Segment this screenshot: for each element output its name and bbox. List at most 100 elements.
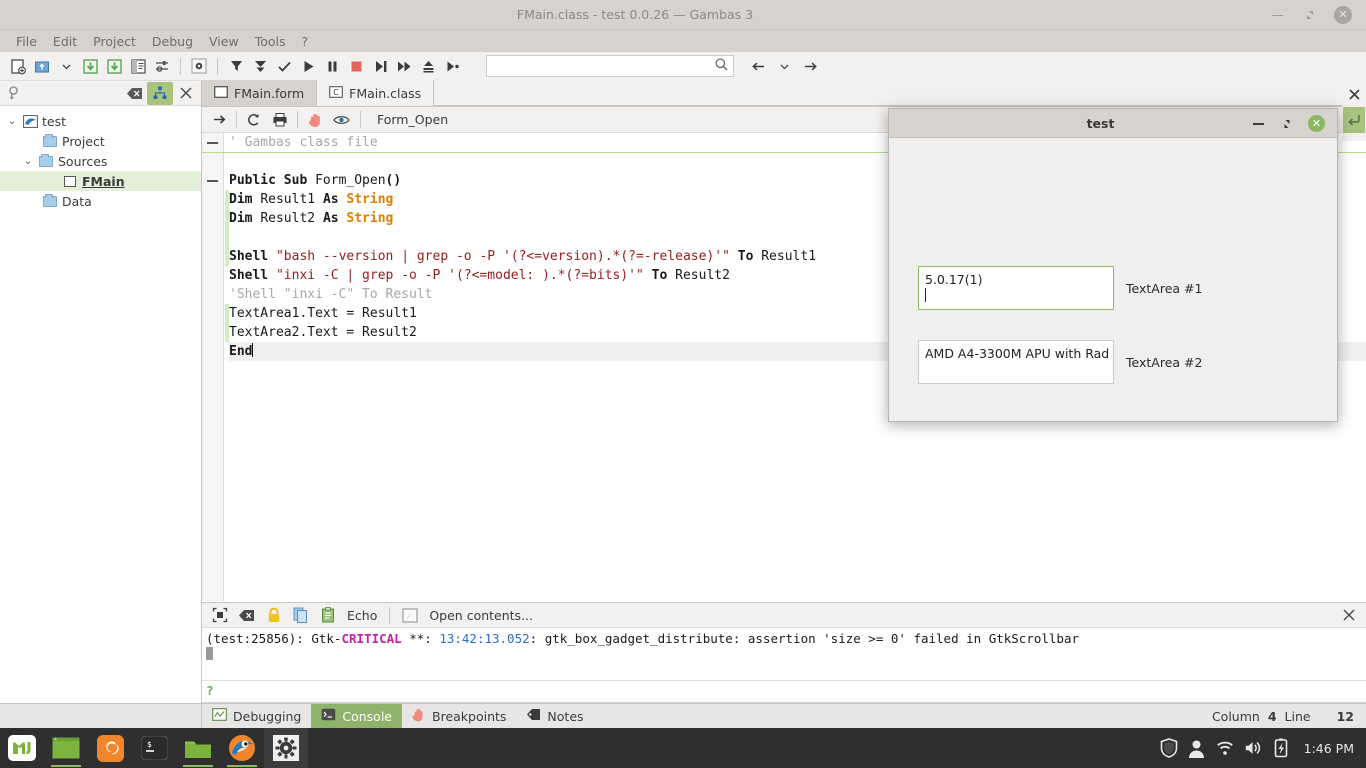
tree-item-data[interactable]: Data <box>0 191 201 211</box>
copy-icon[interactable] <box>287 604 314 626</box>
preferences-icon[interactable] <box>150 55 174 77</box>
code-token: End <box>229 344 252 359</box>
menu-debug[interactable]: Debug <box>144 32 201 51</box>
close-console-icon[interactable] <box>1335 604 1362 626</box>
search-icon[interactable] <box>714 57 729 76</box>
console-message: : gtk_box_gadget_distribute: assertion '… <box>530 631 1079 646</box>
gear-icon[interactable] <box>187 55 211 77</box>
chevron-down-icon[interactable]: ⌄ <box>4 116 20 127</box>
open-recent-chevron-icon[interactable] <box>54 55 78 77</box>
project-search-icon[interactable] <box>2 82 28 105</box>
code-token: Result2 <box>675 268 730 283</box>
save-all-icon[interactable] <box>102 55 126 77</box>
step-icon[interactable] <box>368 55 392 77</box>
clear-filter-icon[interactable] <box>121 82 147 105</box>
tree-item-test[interactable]: ⌄ test <box>0 111 201 131</box>
fold-marker[interactable] <box>206 136 219 149</box>
editor-toolbar-divider <box>236 111 237 128</box>
breakpoint-hand-icon[interactable] <box>302 109 328 131</box>
echo-label[interactable]: Echo <box>341 608 383 623</box>
tree-item-project[interactable]: Project <box>0 131 201 151</box>
forward-icon[interactable] <box>392 55 416 77</box>
run-until-icon[interactable] <box>440 55 464 77</box>
gambas-ide-window: FMain.class - test 0.0.26 — Gambas 3 ✕ F… <box>0 0 1366 768</box>
battery-icon[interactable] <box>1272 738 1290 758</box>
tab-notes[interactable]: Notes <box>516 704 593 729</box>
menu-view[interactable]: View <box>201 32 247 51</box>
close-icon[interactable] <box>1342 81 1366 107</box>
editor-gutter[interactable] <box>202 133 224 601</box>
tab-fmain-class[interactable]: C FMain.class <box>317 80 434 106</box>
line-label: Line <box>1285 709 1311 724</box>
menu-file[interactable]: File <box>8 32 45 51</box>
tree-item-sources[interactable]: ⌄ Sources <box>0 151 201 171</box>
maximize-icon[interactable] <box>1302 7 1318 23</box>
stop-icon[interactable] <box>344 55 368 77</box>
clock[interactable]: 1:46 PM <box>1304 741 1354 756</box>
user-icon[interactable] <box>1188 738 1206 758</box>
code-token: String <box>346 192 393 207</box>
run-icon[interactable] <box>296 55 320 77</box>
window-list-item-icon[interactable] <box>44 728 88 768</box>
goto-icon[interactable] <box>206 109 232 131</box>
menu-tools[interactable]: Tools <box>247 32 294 51</box>
textarea-2[interactable]: AMD A4-3300M APU with Rad <box>918 340 1114 384</box>
filter-icon[interactable] <box>224 55 248 77</box>
close-icon[interactable]: ✕ <box>1308 115 1325 132</box>
gambas-icon[interactable] <box>220 728 264 768</box>
close-icon[interactable]: ✕ <box>1334 6 1352 24</box>
fullscreen-icon[interactable] <box>206 604 233 626</box>
print-icon[interactable] <box>267 109 293 131</box>
settings-gear-icon[interactable] <box>264 728 308 768</box>
firefox-icon[interactable] <box>88 728 132 768</box>
refresh-icon[interactable] <box>241 109 267 131</box>
mint-menu-icon[interactable] <box>0 728 44 768</box>
return-icon[interactable] <box>416 55 440 77</box>
check-icon[interactable] <box>272 55 296 77</box>
code-token: String <box>346 211 393 226</box>
watch-eye-icon[interactable] <box>328 109 354 131</box>
volume-icon[interactable] <box>1244 738 1262 758</box>
minimize-icon[interactable] <box>1270 7 1286 23</box>
wifi-icon[interactable] <box>1216 738 1234 758</box>
close-panel-icon[interactable] <box>173 82 199 105</box>
textarea-1[interactable]: 5.0.17(1) <box>918 266 1114 310</box>
tab-debugging[interactable]: Debugging <box>202 704 311 729</box>
files-icon[interactable] <box>176 728 220 768</box>
console-prompt[interactable]: ? <box>202 680 1366 701</box>
code-token: Dim <box>229 192 260 207</box>
tab-breakpoints[interactable]: Breakpoints <box>402 704 516 729</box>
chevron-down-icon[interactable] <box>772 55 796 77</box>
tab-fmain-form[interactable]: FMain.form <box>202 80 317 106</box>
menu-help[interactable]: ? <box>294 32 317 51</box>
edit-contents-icon[interactable] <box>396 604 423 626</box>
maximize-icon[interactable] <box>1280 116 1294 130</box>
open-project-icon[interactable] <box>30 55 54 77</box>
search-input[interactable] <box>491 59 714 73</box>
fold-marker[interactable] <box>206 174 219 187</box>
paste-icon[interactable] <box>314 604 341 626</box>
project-properties-icon[interactable] <box>126 55 150 77</box>
save-icon[interactable] <box>78 55 102 77</box>
tab-console[interactable]: Console <box>311 704 402 729</box>
console-output[interactable]: (test:25856): Gtk-CRITICAL **: 13:42:13.… <box>202 628 1366 680</box>
new-project-icon[interactable] <box>6 55 30 77</box>
compile-all-icon[interactable] <box>248 55 272 77</box>
open-contents-button[interactable]: Open contents... <box>423 608 539 623</box>
arrow-left-icon[interactable] <box>746 55 770 77</box>
tree-item-fmain[interactable]: FMain <box>0 171 201 191</box>
chevron-down-icon[interactable]: ⌄ <box>20 156 36 167</box>
shield-icon[interactable] <box>1160 738 1178 758</box>
clear-console-icon[interactable] <box>233 604 260 626</box>
menu-project[interactable]: Project <box>85 32 144 51</box>
pause-icon[interactable] <box>320 55 344 77</box>
minimize-icon[interactable] <box>1252 116 1266 130</box>
menu-edit[interactable]: Edit <box>45 32 85 51</box>
hierarchy-icon[interactable] <box>147 82 173 105</box>
search-input-wrapper[interactable] <box>486 55 734 77</box>
arrow-right-icon[interactable] <box>798 55 822 77</box>
svg-text:$: $ <box>147 740 152 749</box>
lock-icon[interactable] <box>260 604 287 626</box>
terminal-icon[interactable]: $ <box>132 728 176 768</box>
return-icon[interactable] <box>1343 107 1365 133</box>
